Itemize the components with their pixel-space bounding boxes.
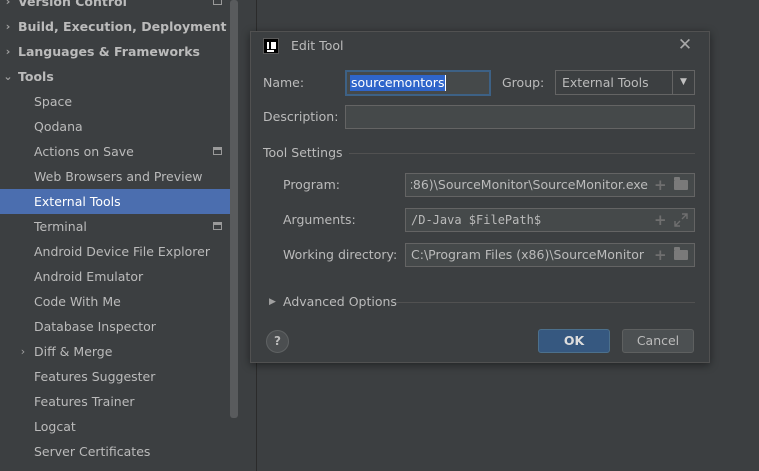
dialog-title: Edit Tool: [291, 38, 344, 53]
sidebar-item[interactable]: Terminal: [0, 214, 238, 239]
edit-tool-dialog: Edit Tool ✕ Name: sourcemontors Group: E…: [250, 31, 710, 363]
sidebar-item[interactable]: Android Emulator: [0, 264, 238, 289]
program-field-value: C:\Program Files (x86)\SourceMonitor\Sou…: [411, 177, 648, 192]
sidebar-item-label: Web Browsers and Preview: [34, 169, 203, 184]
folder-icon[interactable]: [674, 177, 688, 190]
chevron-right-icon[interactable]: ›: [2, 39, 14, 64]
sidebar-item[interactable]: Logcat: [0, 414, 238, 439]
sidebar-item[interactable]: Android Device File Explorer: [0, 239, 238, 264]
chevron-right-icon[interactable]: ▶: [269, 294, 276, 310]
text-caret: [445, 75, 446, 91]
sidebar-item[interactable]: Features Trainer: [0, 389, 238, 414]
name-input-value: sourcemontors: [350, 75, 446, 91]
ok-button[interactable]: OK: [538, 329, 610, 353]
working-directory-field-value: C:\Program Files (x86)\SourceMonitor: [411, 247, 644, 262]
sidebar-item[interactable]: › Build, Execution, Deployment: [0, 14, 238, 39]
project-level-icon: [213, 222, 222, 230]
sidebar-item-label: Actions on Save: [34, 144, 134, 159]
help-button[interactable]: ?: [266, 330, 289, 353]
chevron-right-icon[interactable]: ›: [2, 14, 14, 39]
sidebar-item[interactable]: › Languages & Frameworks: [0, 39, 238, 64]
arguments-field-value: /D-Java $FilePath$: [411, 213, 542, 227]
sidebar-item-label: Code With Me: [34, 294, 121, 309]
sidebar-item-label: Terminal: [34, 219, 87, 234]
chevron-right-icon[interactable]: ›: [17, 339, 29, 364]
program-label: Program:: [283, 177, 340, 192]
group-combobox[interactable]: External Tools ▼: [555, 70, 695, 95]
chevron-right-icon[interactable]: ›: [2, 0, 14, 14]
description-input[interactable]: [345, 105, 695, 129]
plus-icon[interactable]: +: [654, 244, 667, 266]
sidebar-item[interactable]: Code With Me: [0, 289, 238, 314]
program-field[interactable]: C:\Program Files (x86)\SourceMonitor\Sou…: [405, 173, 695, 197]
sidebar-item-label: Version Control: [18, 0, 127, 9]
sidebar-item[interactable]: Database Inspector: [0, 314, 238, 339]
folder-icon[interactable]: [674, 247, 688, 260]
sidebar-item-label: Features Trainer: [34, 394, 135, 409]
project-level-icon: [213, 0, 222, 5]
sidebar-item-label: Database Inspector: [34, 319, 156, 334]
sidebar-item[interactable]: Actions on Save: [0, 139, 238, 164]
arguments-field[interactable]: /D-Java $FilePath$ +: [405, 208, 695, 232]
name-label: Name:: [263, 75, 305, 90]
plus-icon[interactable]: +: [654, 209, 667, 231]
sidebar-item-label: Features Suggester: [34, 369, 156, 384]
plus-icon[interactable]: +: [654, 174, 667, 196]
sidebar-item-label: Languages & Frameworks: [18, 44, 200, 59]
intellij-app-icon: [263, 38, 279, 54]
sidebar-item-label: Server Certificates: [34, 444, 151, 459]
settings-sidebar: › Version Control › Build, Execution, Deplo…: [0, 0, 238, 471]
tool-settings-section-title: Tool Settings: [263, 145, 343, 160]
sidebar-item[interactable]: ⌄ Tools: [0, 64, 238, 89]
sidebar-scrollbar[interactable]: [230, 0, 238, 418]
section-separator: [396, 302, 695, 303]
description-label: Description:: [263, 109, 339, 124]
sidebar-item[interactable]: Server Certificates: [0, 439, 238, 464]
sidebar-item[interactable]: Space: [0, 89, 238, 114]
section-separator: [349, 153, 695, 154]
sidebar-item-label: Space: [34, 94, 73, 109]
name-input[interactable]: sourcemontors: [345, 70, 491, 96]
chevron-down-icon[interactable]: ⌄: [2, 64, 14, 89]
working-directory-label: Working directory:: [283, 247, 398, 262]
arguments-label: Arguments:: [283, 212, 356, 227]
group-label: Group:: [502, 75, 545, 90]
sidebar-item[interactable]: External Tools: [0, 189, 238, 214]
cancel-button[interactable]: Cancel: [622, 329, 694, 353]
sidebar-item[interactable]: Qodana: [0, 114, 238, 139]
sidebar-item[interactable]: Features Suggester: [0, 364, 238, 389]
project-level-icon: [213, 147, 222, 155]
sidebar-item-label: Qodana: [34, 119, 83, 134]
sidebar-item-label: Diff & Merge: [34, 344, 113, 359]
sidebar-item-label: Android Device File Explorer: [34, 244, 210, 259]
sidebar-item-label: Android Emulator: [34, 269, 144, 284]
expand-icon[interactable]: [674, 213, 688, 227]
sidebar-item[interactable]: › Diff & Merge: [0, 339, 238, 364]
chevron-down-icon[interactable]: ▼: [672, 71, 694, 94]
close-icon[interactable]: ✕: [677, 37, 693, 54]
working-directory-field[interactable]: C:\Program Files (x86)\SourceMonitor +: [405, 243, 695, 267]
sidebar-item-label: Logcat: [34, 419, 76, 434]
sidebar-item-label: Tools: [18, 69, 54, 84]
sidebar-item[interactable]: › Version Control: [0, 0, 238, 14]
sidebar-item-label: Build, Execution, Deployment: [18, 19, 227, 34]
group-combobox-value: External Tools: [562, 75, 649, 90]
sidebar-item-label: External Tools: [34, 194, 121, 209]
advanced-options-toggle[interactable]: Advanced Options: [283, 290, 397, 314]
sidebar-item[interactable]: Web Browsers and Preview: [0, 164, 238, 189]
